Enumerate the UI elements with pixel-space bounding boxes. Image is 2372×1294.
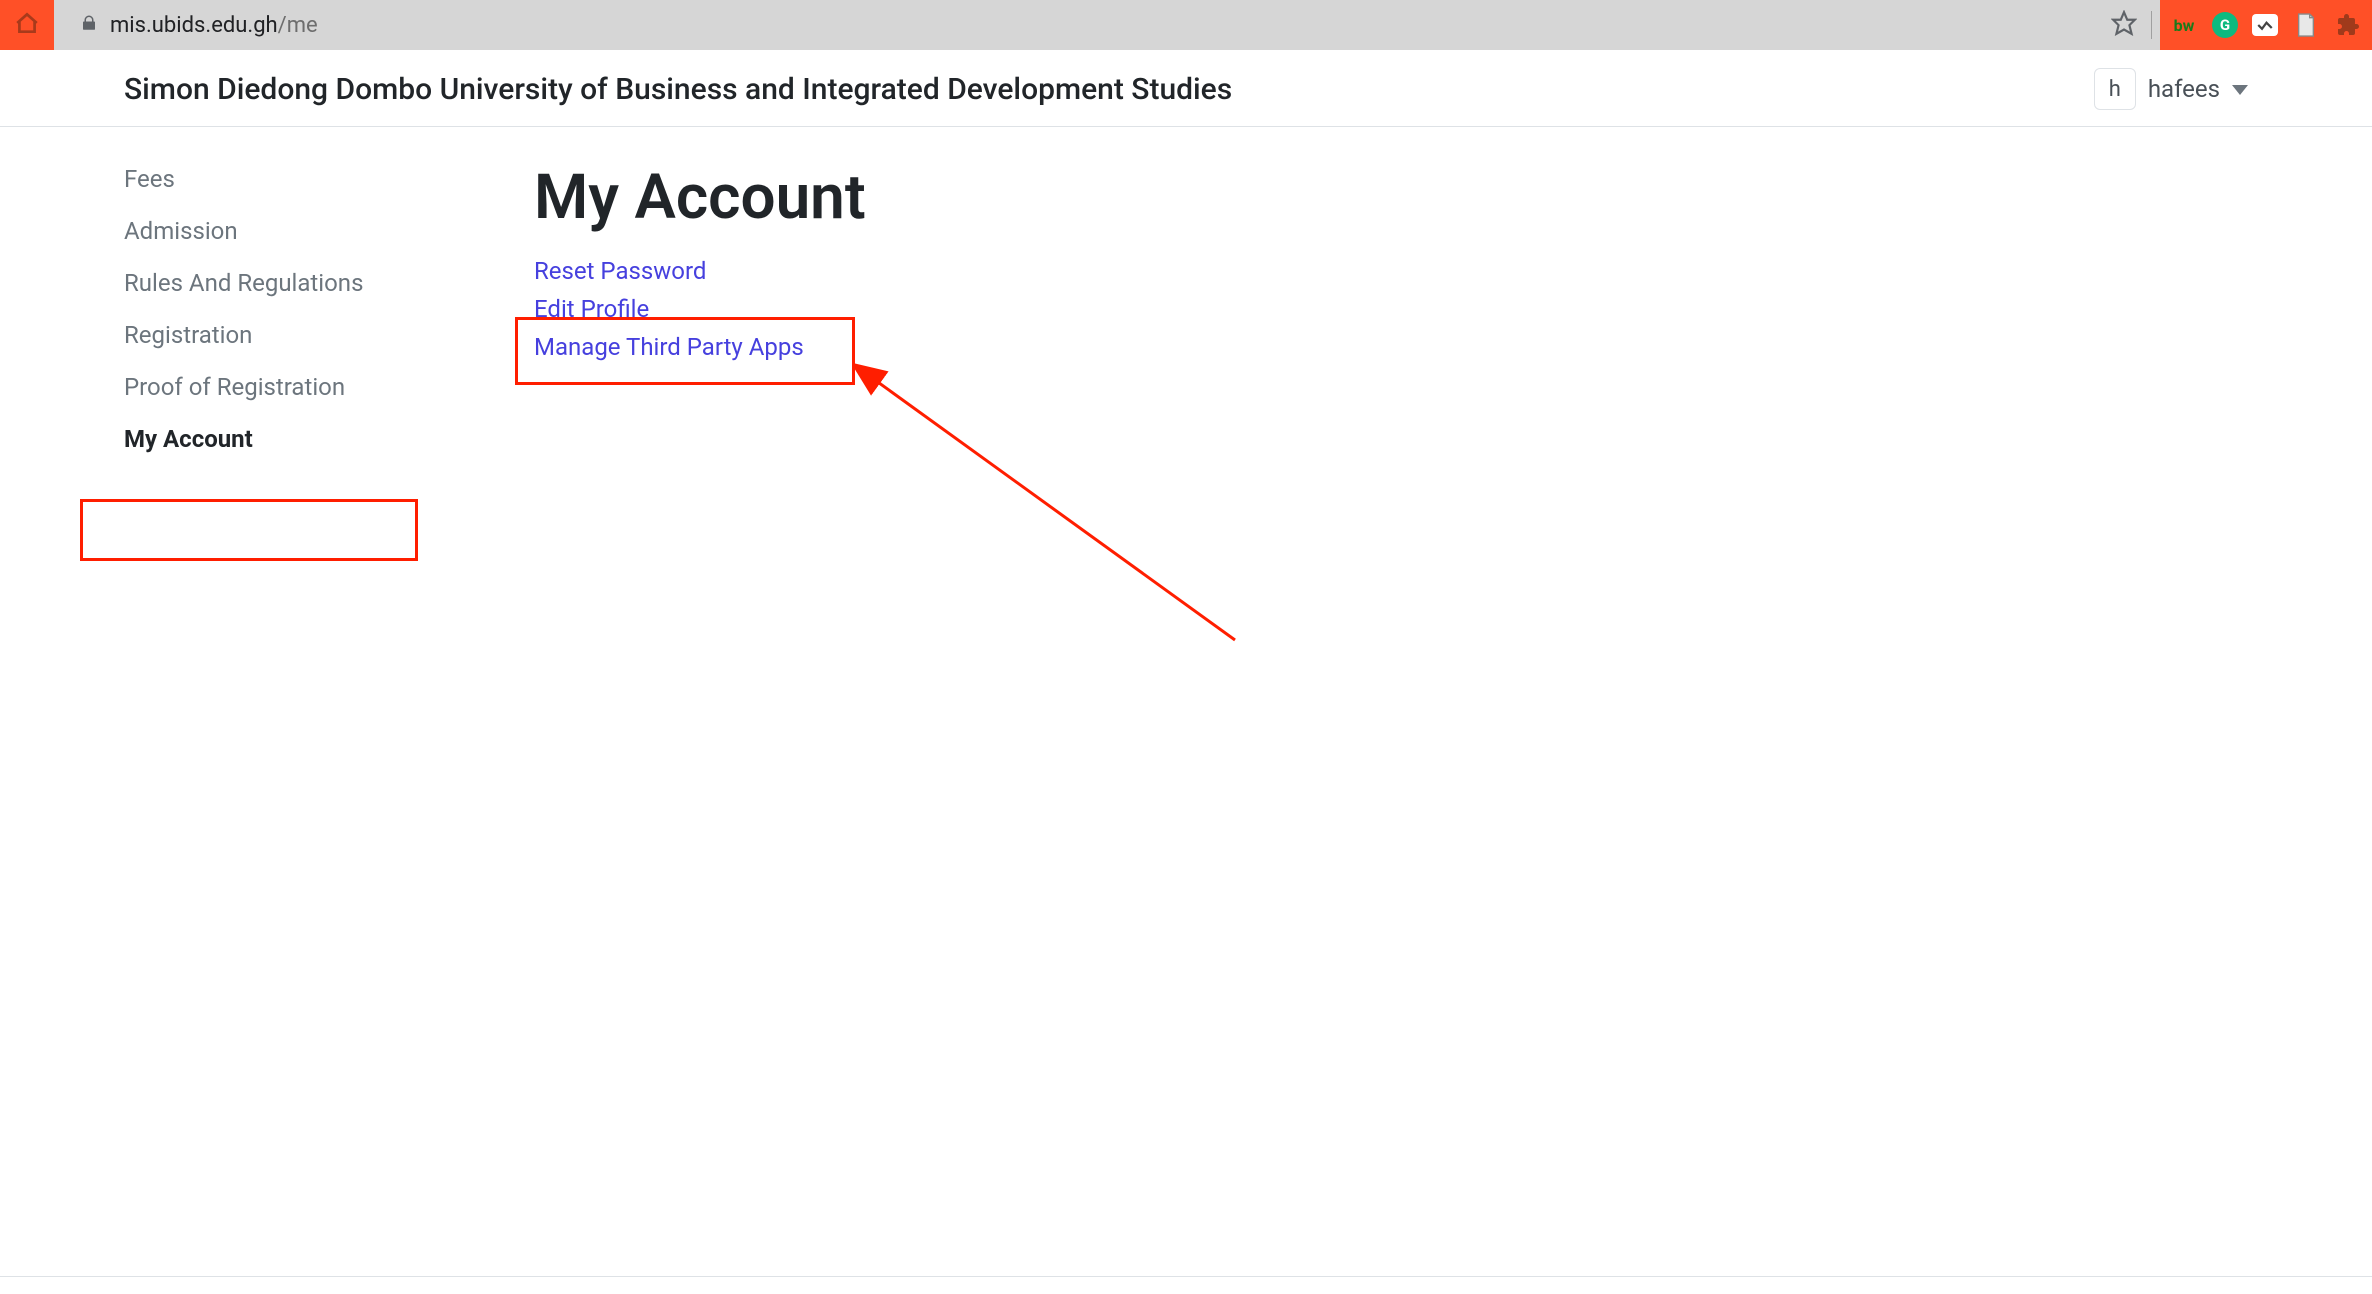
chevron-down-icon [2232, 80, 2248, 99]
chrome-extensions-area: bw G [2160, 0, 2372, 50]
page-title: My Account [534, 161, 2332, 234]
user-menu[interactable]: h hafees [2094, 68, 2248, 110]
sidebar-item-proof[interactable]: Proof of Registration [124, 361, 440, 413]
sidebar-item-fees[interactable]: Fees [124, 153, 440, 205]
sidebar-item-registration[interactable]: Registration [124, 309, 440, 361]
extension-check-icon[interactable] [2252, 14, 2278, 36]
link-manage-apps[interactable]: Manage Third Party Apps [534, 328, 2332, 366]
main-content: My Account Reset Password Edit Profile M… [440, 147, 2372, 1276]
sidebar-item-rules[interactable]: Rules And Regulations [124, 257, 440, 309]
site-title: Simon Diedong Dombo University of Busine… [124, 72, 1232, 107]
home-icon[interactable] [14, 10, 40, 40]
content-area: Fees Admission Rules And Regulations Reg… [0, 127, 2372, 1277]
extension-grammarly-icon[interactable]: G [2212, 12, 2238, 38]
address-bar-container: mis.ubids.edu.gh/me [54, 0, 2111, 50]
extension-puzzle-icon[interactable] [2334, 11, 2362, 39]
sidebar-item-admission[interactable]: Admission [124, 205, 440, 257]
sidebar-item-my-account[interactable]: My Account [124, 413, 440, 465]
sidebar: Fees Admission Rules And Regulations Reg… [0, 147, 440, 1276]
extension-bw-icon[interactable]: bw [2170, 11, 2198, 39]
avatar: h [2094, 68, 2136, 110]
url-text: mis.ubids.edu.gh/me [110, 13, 318, 38]
chrome-right-controls [2111, 10, 2160, 40]
divider [2151, 11, 2152, 39]
url-host: mis.ubids.edu.gh [110, 13, 278, 38]
bookmark-star-icon[interactable] [2111, 10, 2137, 40]
lock-icon [80, 14, 98, 36]
extension-doc-icon[interactable] [2292, 11, 2320, 39]
link-reset-password[interactable]: Reset Password [534, 252, 2332, 290]
username-label: hafees [2148, 75, 2220, 103]
url-path: /me [278, 13, 318, 38]
address-bar[interactable]: mis.ubids.edu.gh/me [62, 4, 2103, 46]
browser-chrome: mis.ubids.edu.gh/me bw G [0, 0, 2372, 50]
link-edit-profile[interactable]: Edit Profile [534, 290, 2332, 328]
main-header: Simon Diedong Dombo University of Busine… [0, 52, 2372, 127]
chrome-left-accent [0, 0, 54, 50]
